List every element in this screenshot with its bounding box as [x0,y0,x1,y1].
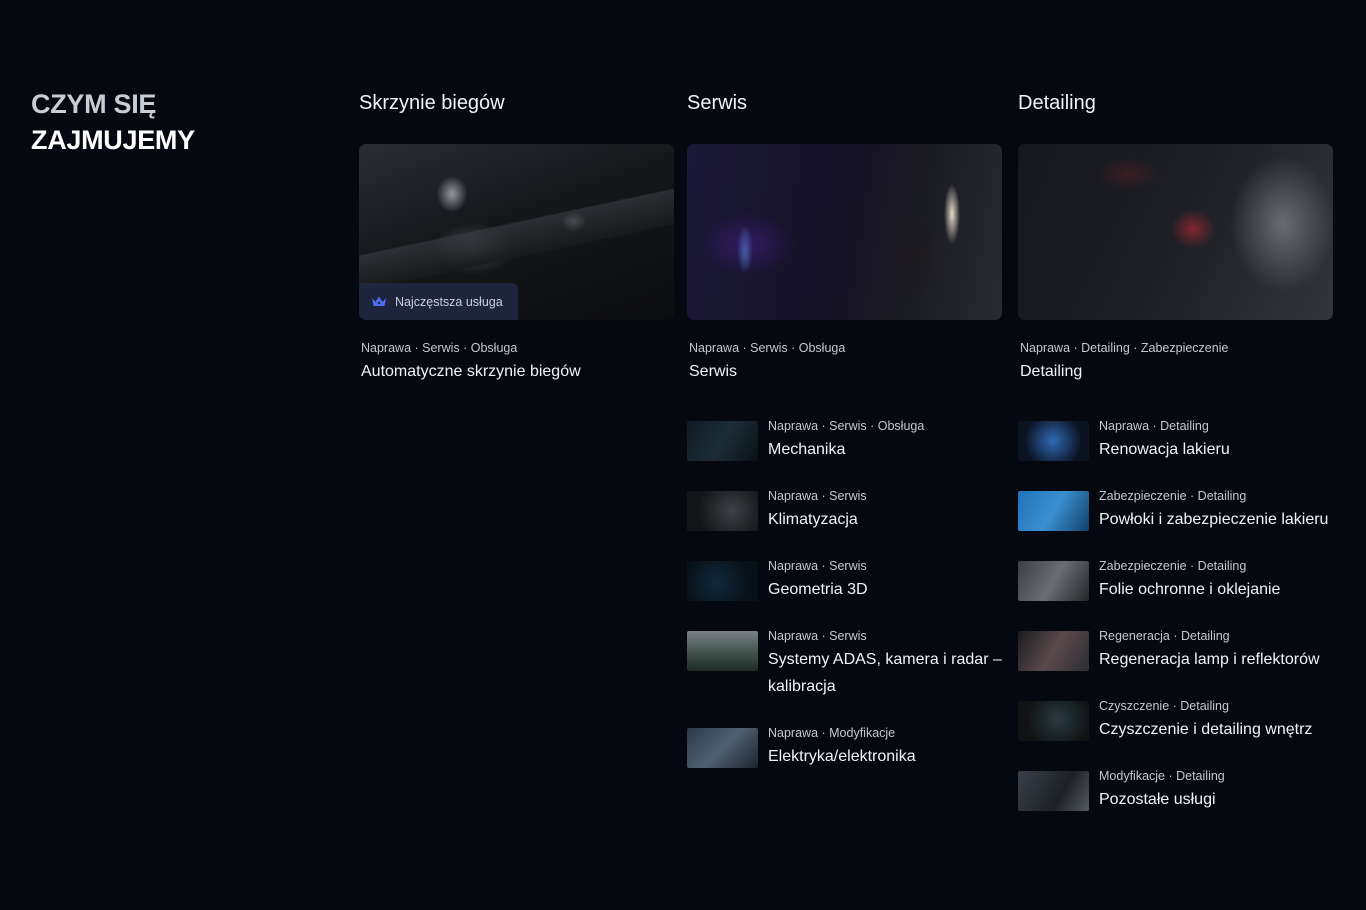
badge-label: Najczęstsza usługa [395,294,503,309]
category-column-detailing: Detailing Naprawa · Detailing · Zabezpie… [1018,90,1333,838]
service-name[interactable]: Serwis [687,362,1002,382]
service-list-item[interactable]: Naprawa · Serwis Systemy ADAS, kamera i … [687,628,1002,700]
featured-service-card[interactable] [687,144,1002,320]
service-tags: Zabezpieczenie · Detailing [1099,489,1247,503]
service-name: Mechanika [768,441,846,458]
service-tags: Modyfikacje · Detailing [1099,769,1225,783]
category-column-service: Serwis Naprawa · Serwis · Obsługa Serwis… [687,90,1002,795]
service-list-item[interactable]: Modyfikacje · Detailing Pozostałe usługi [1018,768,1333,813]
service-name: Czyszczenie i detailing wnętrz [1099,721,1313,738]
service-list-item[interactable]: Zabezpieczenie · Detailing Powłoki i zab… [1018,488,1333,533]
service-thumbnail [687,631,758,671]
workshop-image [687,144,1002,320]
service-tags: Naprawa · Detailing [1099,419,1209,433]
service-tags: Naprawa · Serwis [768,489,867,503]
car-polishing-image [1018,144,1333,320]
service-list-item[interactable]: Naprawa · Serwis Geometria 3D [687,558,1002,603]
section-heading: CZYM SIĘ ZAJMUJEMY [31,86,311,158]
service-tags: Naprawa · Serwis · Obsługa [768,419,925,433]
section-heading-line-2: ZAJMUJEMY [31,125,195,155]
service-thumbnail [1018,491,1089,531]
service-list: Naprawa · Serwis · Obsługa Mechanika Nap… [687,418,1002,770]
service-list-item[interactable]: Czyszczenie · Detailing Czyszczenie i de… [1018,698,1333,743]
service-thumbnail [1018,631,1089,671]
service-thumbnail [1018,771,1089,811]
service-list-item[interactable]: Naprawa · Serwis · Obsługa Mechanika [687,418,1002,463]
service-thumbnail [687,491,758,531]
service-tags: Naprawa · Serwis [768,559,867,573]
service-list-item[interactable]: Naprawa · Modyfikacje Elektryka/elektron… [687,725,1002,770]
featured-service-card[interactable]: Najczęstsza usługa [359,144,674,320]
service-name: Klimatyzacja [768,511,858,528]
service-tags: Naprawa · Serwis [768,629,867,643]
service-name: Geometria 3D [768,581,868,598]
service-list-item[interactable]: Zabezpieczenie · Detailing Folie ochronn… [1018,558,1333,603]
service-name: Renowacja lakieru [1099,441,1230,458]
service-thumbnail [1018,421,1089,461]
service-tags: Naprawa · Serwis · Obsługa [361,341,518,355]
category-title: Skrzynie biegów [359,92,505,114]
service-thumbnail [687,421,758,461]
service-tags: Naprawa · Modyfikacje [768,726,896,740]
category-column-gearboxes: Skrzynie biegów Najczęstsza usługa Napra… [359,90,674,382]
service-tags: Naprawa · Detailing · Zabezpieczenie [1020,341,1229,355]
service-list-item[interactable]: Naprawa · Detailing Renowacja lakieru [1018,418,1333,463]
service-tags: Naprawa · Serwis · Obsługa [689,341,846,355]
service-name: Regeneracja lamp i reflektorów [1099,651,1320,668]
service-tags: Czyszczenie · Detailing [1099,699,1229,713]
service-tags: Regeneracja · Detailing [1099,629,1230,643]
service-name[interactable]: Automatyczne skrzynie biegów [359,362,674,382]
service-thumbnail [687,728,758,768]
section-heading-line-1: CZYM SIĘ [31,89,157,119]
service-thumbnail [687,561,758,601]
service-name: Elektryka/elektronika [768,748,916,765]
service-name: Systemy ADAS, kamera i radar – kalibracj… [768,651,1002,695]
service-thumbnail [1018,701,1089,741]
service-tags: Zabezpieczenie · Detailing [1099,559,1247,573]
service-list-item[interactable]: Naprawa · Serwis Klimatyzacja [687,488,1002,533]
service-list: Naprawa · Detailing Renowacja lakieru Za… [1018,418,1333,813]
category-title: Serwis [687,92,748,114]
service-name: Folie ochronne i oklejanie [1099,581,1281,598]
featured-service-card[interactable] [1018,144,1333,320]
service-name: Pozostałe usługi [1099,791,1216,808]
service-thumbnail [1018,561,1089,601]
category-title: Detailing [1018,92,1096,114]
service-name: Powłoki i zabezpieczenie lakieru [1099,511,1329,528]
crown-icon [372,296,386,306]
service-list-item[interactable]: Regeneracja · Detailing Regeneracja lamp… [1018,628,1333,673]
popular-service-badge: Najczęstsza usługa [359,283,518,320]
service-name[interactable]: Detailing [1018,362,1333,382]
